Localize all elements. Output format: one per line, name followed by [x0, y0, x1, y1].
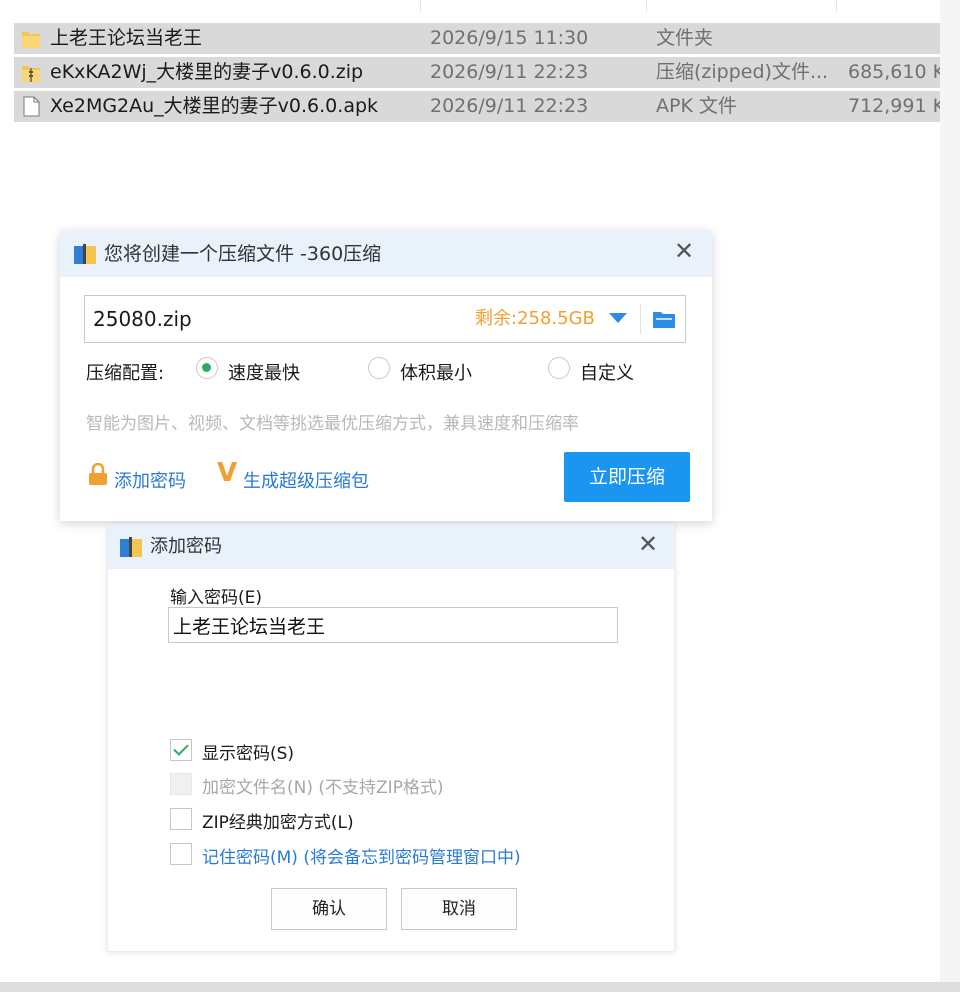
column-separator[interactable]	[646, 0, 647, 12]
file-date: 2026/9/11 22:23	[430, 95, 589, 117]
file-size: 712,991 K	[848, 95, 946, 117]
file-row[interactable]: 上老王论坛当老王 2026/9/15 11:30 文件夹	[14, 23, 940, 54]
dialog-titlebar[interactable]: 添加密码 ✕	[108, 525, 674, 569]
file-row[interactable]: Xe2MG2Au_大楼里的妻子v0.6.0.apk 2026/9/11 22:2…	[14, 91, 945, 122]
folder-icon	[22, 32, 40, 48]
password-label: 输入密码(E)	[170, 588, 263, 608]
super-pack-link[interactable]: 生成超级压缩包	[243, 467, 369, 493]
file-name: eKxKA2Wj_大楼里的妻子v0.6.0.zip	[50, 61, 364, 83]
360-zip-app-icon	[74, 244, 96, 264]
dialog-title: 您将创建一个压缩文件 -360压缩	[104, 243, 382, 265]
close-icon[interactable]: ✕	[674, 237, 694, 265]
password-input[interactable]	[168, 607, 618, 643]
file-date: 2026/9/15 11:30	[430, 27, 589, 49]
radio-fastest-label[interactable]: 速度最快	[228, 359, 300, 385]
remember-password-label[interactable]: 记住密码(M) (将会备忘到密码管理窗口中)	[202, 843, 521, 868]
dialog-title: 添加密码	[150, 536, 222, 557]
file-list: 上老王论坛当老王 2026/9/15 11:30 文件夹 eKxKA2Wj_大楼…	[0, 0, 960, 130]
remember-password-checkbox[interactable]	[170, 843, 192, 865]
column-separator[interactable]	[420, 0, 421, 12]
file-type: 文件夹	[656, 27, 714, 49]
file-date: 2026/9/11 22:23	[430, 61, 589, 83]
password-dialog: 添加密码 ✕ 输入密码(E) 显示密码(S) 加密文件名(N) (不支持ZIP格…	[107, 524, 675, 952]
file-row[interactable]: eKxKA2Wj_大楼里的妻子v0.6.0.zip 2026/9/11 22:2…	[14, 57, 945, 88]
divider	[640, 304, 641, 334]
horizontal-scrollbar[interactable]	[0, 982, 960, 992]
show-password-label[interactable]: 显示密码(S)	[202, 739, 294, 764]
compress-dialog: 您将创建一个压缩文件 -360压缩 ✕ 25080.zip 剩余:258.5GB…	[60, 231, 712, 521]
vip-v-icon: V	[217, 458, 238, 488]
cancel-button[interactable]: 取消	[401, 888, 517, 930]
zip-classic-encryption-label[interactable]: ZIP经典加密方式(L)	[202, 808, 354, 833]
free-space-label: 剩余:258.5GB	[475, 308, 595, 329]
archive-filename[interactable]: 25080.zip	[93, 296, 192, 342]
file-type: APK 文件	[656, 95, 737, 117]
file-size: 685,610 K	[848, 61, 946, 83]
360-zip-app-icon	[120, 537, 142, 557]
archive-path-input[interactable]: 25080.zip 剩余:258.5GB	[84, 295, 686, 343]
encrypt-filenames-checkbox	[170, 773, 192, 795]
show-password-checkbox[interactable]	[170, 739, 192, 761]
zip-classic-encryption-checkbox[interactable]	[170, 808, 192, 830]
radio-smallest-label[interactable]: 体积最小	[400, 359, 472, 385]
file-type: 压缩(zipped)文件...	[656, 61, 829, 83]
compress-now-button[interactable]: 立即压缩	[564, 452, 690, 502]
file-name: Xe2MG2Au_大楼里的妻子v0.6.0.apk	[50, 95, 379, 117]
file-icon	[23, 96, 40, 117]
compression-hint: 智能为图片、视频、文档等挑选最优压缩方式，兼具速度和压缩率	[86, 414, 579, 434]
radio-fastest[interactable]	[196, 357, 218, 379]
confirm-button[interactable]: 确认	[271, 888, 387, 930]
zip-folder-icon	[22, 66, 40, 82]
lock-icon	[89, 463, 107, 485]
dialog-titlebar[interactable]: 您将创建一个压缩文件 -360压缩 ✕	[60, 231, 712, 277]
vertical-scrollbar[interactable]	[940, 0, 960, 992]
add-password-link[interactable]: 添加密码	[114, 467, 186, 493]
encrypt-filenames-label: 加密文件名(N) (不支持ZIP格式)	[202, 778, 444, 798]
radio-smallest[interactable]	[368, 357, 390, 379]
dropdown-arrow-icon[interactable]	[609, 313, 627, 323]
column-separator[interactable]	[836, 0, 837, 12]
browse-folder-icon[interactable]	[653, 310, 675, 328]
radio-custom-label[interactable]: 自定义	[580, 359, 634, 385]
compression-config-label: 压缩配置:	[86, 363, 165, 384]
file-name: 上老王论坛当老王	[50, 27, 203, 49]
close-icon[interactable]: ✕	[638, 530, 658, 558]
radio-custom[interactable]	[548, 357, 570, 379]
